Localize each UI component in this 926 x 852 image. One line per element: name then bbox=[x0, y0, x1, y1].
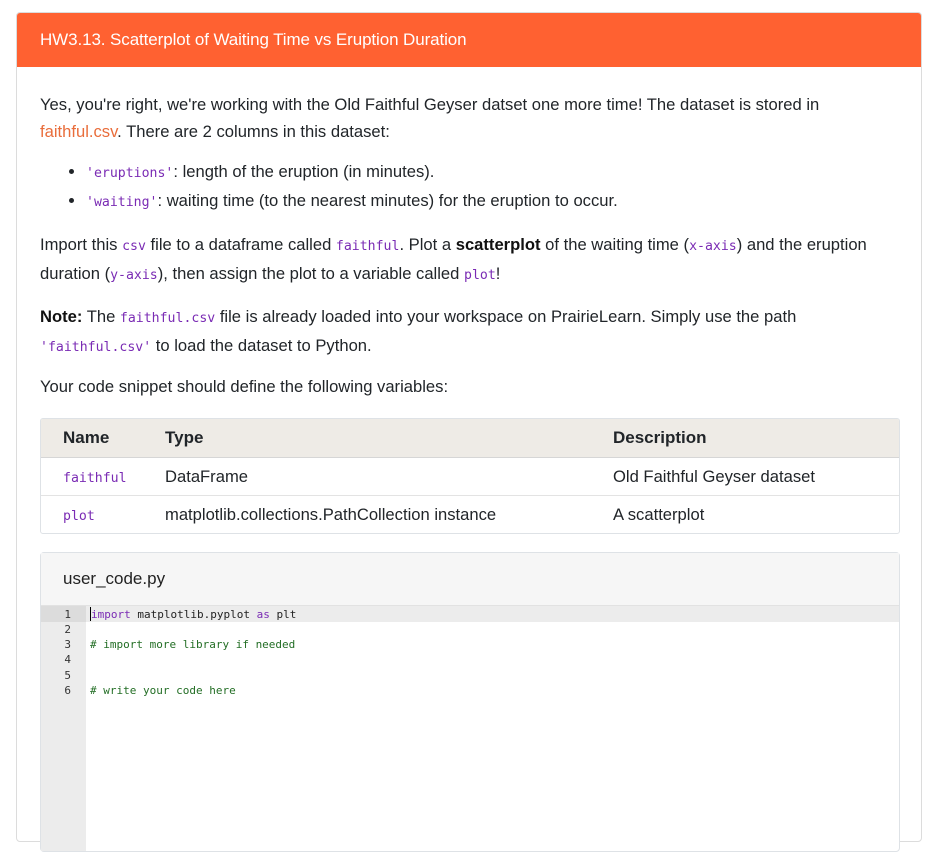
code-panel-filename: user_code.py bbox=[41, 553, 899, 606]
code-text: matplotlib.pyplot bbox=[130, 608, 257, 621]
text: file is already loaded into your workspa… bbox=[215, 307, 797, 326]
note-paragraph: Note: The faithful.csv file is already l… bbox=[40, 303, 900, 361]
keyword: import bbox=[91, 608, 131, 621]
instructions-paragraph: Import this csv file to a dataframe call… bbox=[40, 231, 900, 289]
text: The bbox=[82, 307, 120, 326]
table-row: faithful DataFrame Old Faithful Geyser d… bbox=[41, 458, 899, 495]
column-list: 'eruptions': length of the eruption (in … bbox=[40, 158, 906, 216]
inline-code: 'faithful.csv' bbox=[40, 340, 152, 355]
list-item: 'waiting': waiting time (to the nearest … bbox=[86, 187, 906, 216]
line-number: 3 bbox=[64, 638, 71, 651]
line-number: 2 bbox=[64, 623, 71, 636]
inline-code: csv bbox=[122, 239, 146, 254]
question-title: HW3.13. Scatterplot of Waiting Time vs E… bbox=[40, 30, 467, 49]
bold-text: scatterplot bbox=[455, 235, 541, 254]
var-type: DataFrame bbox=[165, 466, 248, 486]
text: to load the dataset to Python. bbox=[151, 336, 372, 355]
line-number: 6 bbox=[64, 684, 71, 697]
question-header: HW3.13. Scatterplot of Waiting Time vs E… bbox=[17, 13, 921, 67]
variables-table: Name Type Description faithful DataFrame… bbox=[40, 418, 900, 534]
var-type: matplotlib.collections.PathCollection in… bbox=[153, 495, 601, 533]
intro-paragraph: Yes, you're right, we're working with th… bbox=[40, 91, 900, 145]
inline-code: faithful bbox=[335, 239, 400, 254]
column-name: 'eruptions' bbox=[86, 166, 174, 181]
var-name-code: faithful bbox=[63, 470, 127, 486]
line-number: 4 bbox=[64, 653, 71, 666]
text: Import this bbox=[40, 235, 123, 254]
code-panel: user_code.py 1 2 3 4 5 6 import matplotl… bbox=[40, 552, 900, 852]
column-desc: : length of the eruption (in minutes). bbox=[173, 162, 435, 181]
column-name: 'waiting' bbox=[86, 195, 158, 210]
text: of the waiting time ( bbox=[540, 235, 690, 254]
header-description: Description bbox=[601, 419, 899, 458]
intro-text: Yes, you're right, we're working with th… bbox=[40, 95, 820, 114]
line-number: 5 bbox=[64, 669, 71, 682]
text: file to a dataframe called bbox=[145, 235, 336, 254]
list-item: 'eruptions': length of the eruption (in … bbox=[86, 158, 906, 187]
line-number: 1 bbox=[64, 608, 71, 621]
code-line[interactable]: # import more library if needed bbox=[90, 637, 295, 652]
note-label: Note: bbox=[40, 307, 83, 326]
text: ), then assign the plot to a variable ca… bbox=[157, 264, 464, 283]
inline-code: y-axis bbox=[110, 268, 158, 283]
var-description: A scatterplot bbox=[601, 495, 899, 533]
code-line[interactable]: # write your code here bbox=[90, 683, 236, 698]
inline-code: plot bbox=[464, 268, 496, 283]
define-paragraph: Your code snippet should define the foll… bbox=[40, 377, 449, 396]
code-line[interactable]: import matplotlib.pyplot as plt bbox=[90, 607, 296, 622]
var-name-code: plot bbox=[63, 508, 95, 524]
table-row: plot matplotlib.collections.PathCollecti… bbox=[41, 495, 899, 533]
faithful-csv-link[interactable]: faithful.csv bbox=[40, 122, 117, 141]
inline-code: x-axis bbox=[689, 239, 737, 254]
text: . Plot a bbox=[399, 235, 456, 254]
keyword: as bbox=[256, 608, 270, 621]
text: ! bbox=[495, 264, 501, 283]
question-card: HW3.13. Scatterplot of Waiting Time vs E… bbox=[16, 12, 922, 852]
var-name: plot bbox=[41, 495, 153, 533]
code-text: plt bbox=[269, 608, 297, 621]
column-desc: : waiting time (to the nearest minutes) … bbox=[157, 191, 618, 210]
table-header-row: Name Type Description bbox=[41, 419, 899, 458]
header-name: Name bbox=[41, 419, 153, 458]
intro-text-end: . There are 2 columns in this dataset: bbox=[117, 122, 390, 141]
var-name: faithful bbox=[41, 458, 153, 495]
inline-code: faithful.csv bbox=[119, 311, 216, 326]
var-description: Old Faithful Geyser dataset bbox=[613, 466, 815, 486]
header-type: Type bbox=[153, 419, 601, 458]
code-editor[interactable]: 1 2 3 4 5 6 import matplotlib.pyplot as … bbox=[41, 606, 899, 851]
